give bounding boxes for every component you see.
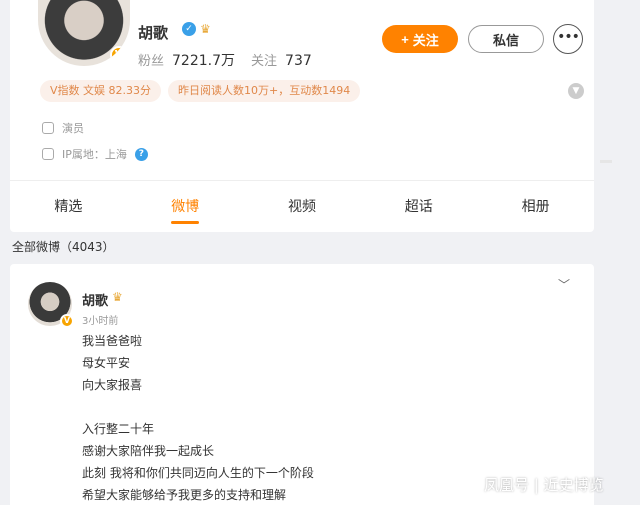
message-button[interactable]: 私信 <box>468 25 544 53</box>
vindex-tag[interactable]: V指数 文娱 82.33分 <box>40 80 162 102</box>
avatar[interactable]: V <box>38 0 130 66</box>
crown-icon[interactable]: ♛ <box>200 22 214 36</box>
reads-tag[interactable]: 昨日阅读人数10万+，互动数1494 <box>168 80 361 102</box>
blue-verify-icon[interactable]: ✓ <box>182 22 196 36</box>
post-line: 入行整二十年 <box>82 422 155 436</box>
ip-location-text: IP属地：上海 <box>62 148 127 161</box>
tab-featured[interactable]: 精选 <box>10 186 127 228</box>
location-icon <box>42 148 54 160</box>
divider <box>10 180 594 181</box>
post-avatar[interactable]: V <box>28 282 74 328</box>
help-icon[interactable]: ? <box>134 147 148 161</box>
tab-video[interactable]: 视频 <box>244 186 361 228</box>
ip-location-row: IP属地：上海 ? <box>42 146 148 162</box>
post-line <box>82 396 314 418</box>
occupation-icon <box>42 122 54 134</box>
crown-icon[interactable]: ♛ <box>112 290 123 304</box>
plus-icon: + <box>401 31 409 47</box>
follow-button-label: 关注 <box>412 32 439 48</box>
profile-tabs: 精选 微博 视频 超话 相册 <box>10 186 594 228</box>
chevron-down-icon[interactable]: ▼ <box>568 83 584 99</box>
post-line: 此刻 我将和你们共同迈向人生的下一个阶段 <box>82 466 314 480</box>
chevron-down-icon[interactable]: ﹀ <box>558 276 570 293</box>
post-line: 感谢大家陪伴我一起成长 <box>82 444 215 458</box>
post-line: 希望大家能够给予我更多的支持和理解 <box>82 488 287 502</box>
post-line: 我当爸爸啦 <box>82 334 143 348</box>
scroll-indicator <box>600 160 612 163</box>
post-card: V 胡歌 ♛ 3小时前 ﹀ 我当爸爸啦 母女平安 向大家报喜 入行整二十年 感谢… <box>10 264 594 505</box>
fans-count[interactable]: 7221.7万 <box>172 50 235 70</box>
profile-card: V 胡歌 ✓ ♛ 粉丝 7221.7万 关注 737 + 关注 私信 ••• V… <box>10 0 594 232</box>
name-badges: ✓ ♛ <box>182 22 214 36</box>
profile-stats: 粉丝 7221.7万 关注 737 <box>138 50 312 70</box>
tab-weibo[interactable]: 微博 <box>127 186 244 228</box>
watermark: 凤凰号 | 近史博览 <box>484 476 604 494</box>
profile-name: 胡歌 <box>138 24 169 42</box>
verified-v-icon: V <box>60 314 74 328</box>
all-posts-count[interactable]: 全部微博（4043） <box>12 238 115 255</box>
occupation-row: 演员 <box>42 120 84 136</box>
post-line: 向大家报喜 <box>82 378 143 392</box>
fans-label: 粉丝 <box>138 54 165 69</box>
more-options-button[interactable]: ••• <box>553 24 583 54</box>
post-time[interactable]: 3小时前 <box>82 312 118 327</box>
occupation-text: 演员 <box>62 122 84 135</box>
verified-v-icon: V <box>110 46 128 64</box>
post-content: 我当爸爸啦 母女平安 向大家报喜 入行整二十年 感谢大家陪伴我一起成长 此刻 我… <box>82 330 314 505</box>
post-author[interactable]: 胡歌 <box>82 290 108 309</box>
following-label: 关注 <box>251 54 278 69</box>
tab-supertopic[interactable]: 超话 <box>360 186 477 228</box>
tab-album[interactable]: 相册 <box>477 186 594 228</box>
follow-button[interactable]: + 关注 <box>382 25 458 53</box>
post-line: 母女平安 <box>82 356 131 370</box>
following-count[interactable]: 737 <box>285 53 312 69</box>
